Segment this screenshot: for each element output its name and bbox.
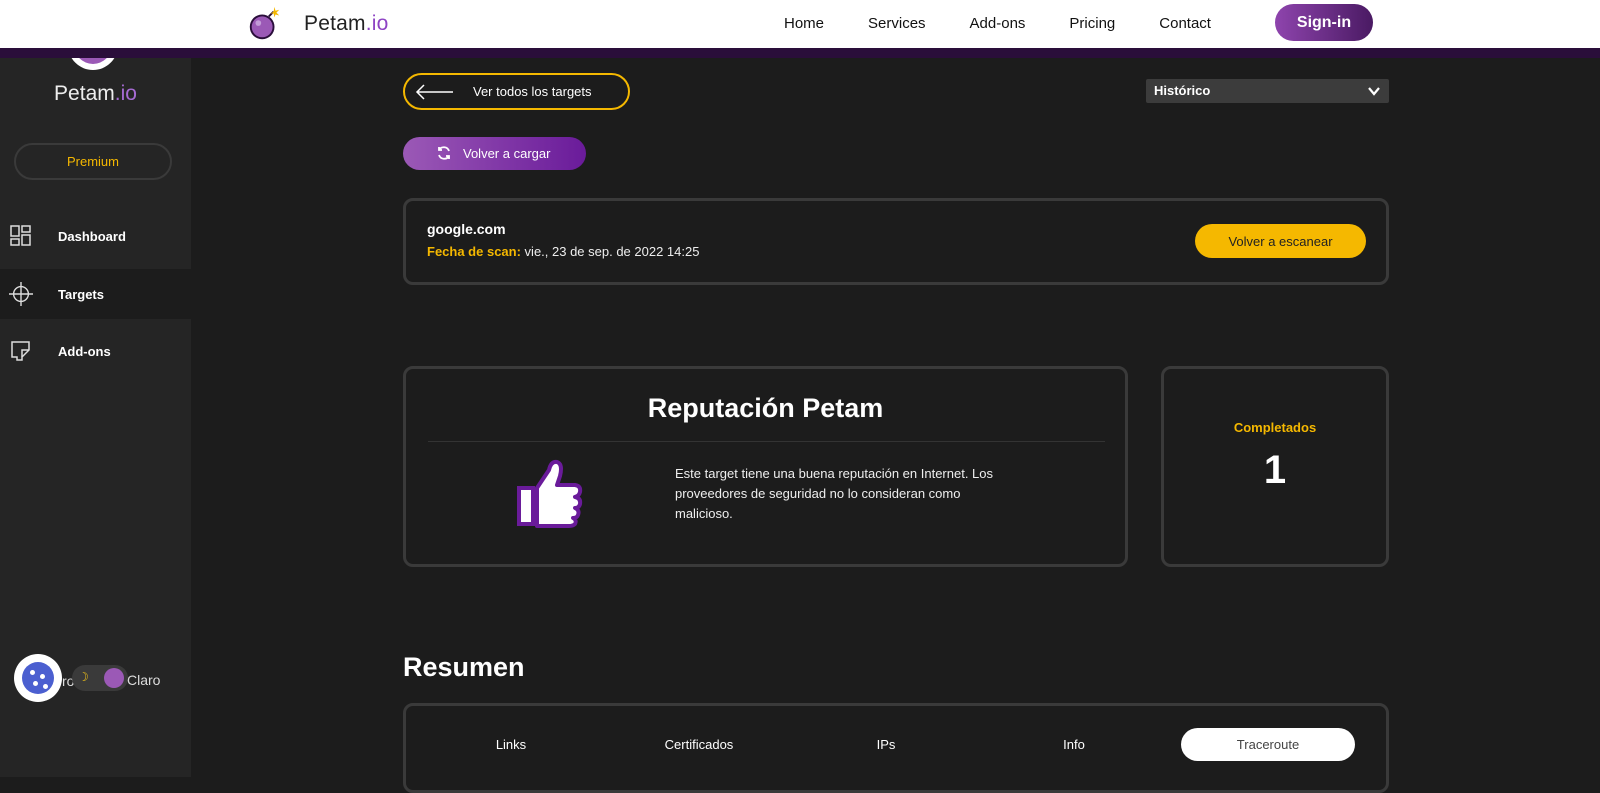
bomb-logo-icon [249, 6, 280, 40]
completed-count: 1 [1263, 448, 1287, 492]
sidebar-item-targets[interactable]: Targets [0, 269, 191, 319]
dashboard-icon [9, 224, 33, 248]
nav-services[interactable]: Services [868, 15, 926, 32]
reputation-description: Este target tiene una buena reputación e… [675, 466, 994, 521]
summary-heading: Resumen [403, 652, 525, 682]
header-accent-bar [0, 48, 1600, 58]
view-all-targets-label: Ver todos los targets [473, 84, 592, 99]
nav-addons[interactable]: Add-ons [970, 15, 1026, 32]
theme-light-label: Claro [127, 672, 161, 688]
rescan-button[interactable]: Volver a escanear [1195, 224, 1366, 258]
summary-tabs-card: Links Certificados IPs Info Traceroute [403, 703, 1389, 793]
sign-in-button[interactable]: Sign-in [1275, 4, 1373, 41]
scan-info-card: google.com Fecha de scan: vie., 23 de se… [403, 198, 1389, 285]
refresh-icon [438, 146, 450, 160]
completed-card: Completados 1 [1161, 366, 1389, 567]
premium-button[interactable]: Premium [14, 143, 172, 180]
reload-button[interactable]: Volver a cargar [403, 137, 586, 170]
cookie-icon [22, 662, 54, 694]
tab-ips[interactable]: IPs [806, 728, 966, 761]
history-select[interactable]: Histórico [1146, 79, 1389, 103]
tab-traceroute[interactable]: Traceroute [1181, 728, 1355, 761]
moon-icon: ☽ [78, 670, 89, 684]
target-domain: google.com [427, 221, 506, 237]
crosshair-icon [9, 282, 33, 306]
divider [428, 441, 1105, 442]
main-nav: Home Services Add-ons Pricing Contact [784, 0, 1241, 46]
nav-home[interactable]: Home [784, 15, 824, 32]
top-navbar: Petam.io Home Services Add-ons Pricing C… [0, 0, 1600, 48]
reload-label: Volver a cargar [463, 146, 551, 161]
sidebar-item-dashboard[interactable]: Dashboard [0, 211, 191, 261]
scan-date: Fecha de scan: vie., 23 de sep. de 2022 … [427, 244, 700, 259]
sidebar-item-addons[interactable]: Add-ons [0, 326, 191, 376]
nav-pricing[interactable]: Pricing [1069, 15, 1115, 32]
history-select-value: Histórico [1154, 83, 1211, 98]
theme-toggle[interactable]: ☽ [72, 665, 128, 691]
brand-logo[interactable]: Petam.io [246, 4, 388, 44]
reputation-title: Reputación Petam [647, 393, 884, 423]
completed-label: Completados [1233, 420, 1317, 435]
tab-links[interactable]: Links [431, 728, 591, 761]
arrow-left-icon [415, 84, 453, 100]
sidebar-item-label: Dashboard [58, 228, 126, 244]
brand-name: Petam.io [304, 12, 389, 35]
addons-icon [9, 339, 33, 363]
sidebar-item-label: Targets [58, 286, 104, 302]
tab-info[interactable]: Info [994, 728, 1154, 761]
sidebar-item-label: Add-ons [58, 343, 111, 359]
nav-contact[interactable]: Contact [1159, 15, 1211, 32]
toggle-knob [104, 668, 124, 688]
tab-certificados[interactable]: Certificados [619, 728, 779, 761]
chevron-down-icon [1368, 87, 1380, 96]
thumbs-up-icon [517, 459, 583, 528]
cookie-settings-button[interactable] [14, 654, 62, 702]
view-all-targets-button[interactable]: Ver todos los targets [403, 73, 630, 110]
sidebar-brand-name: Petam.io [54, 82, 137, 105]
reputation-card: Reputación Petam Este target tiene una b… [403, 366, 1128, 567]
